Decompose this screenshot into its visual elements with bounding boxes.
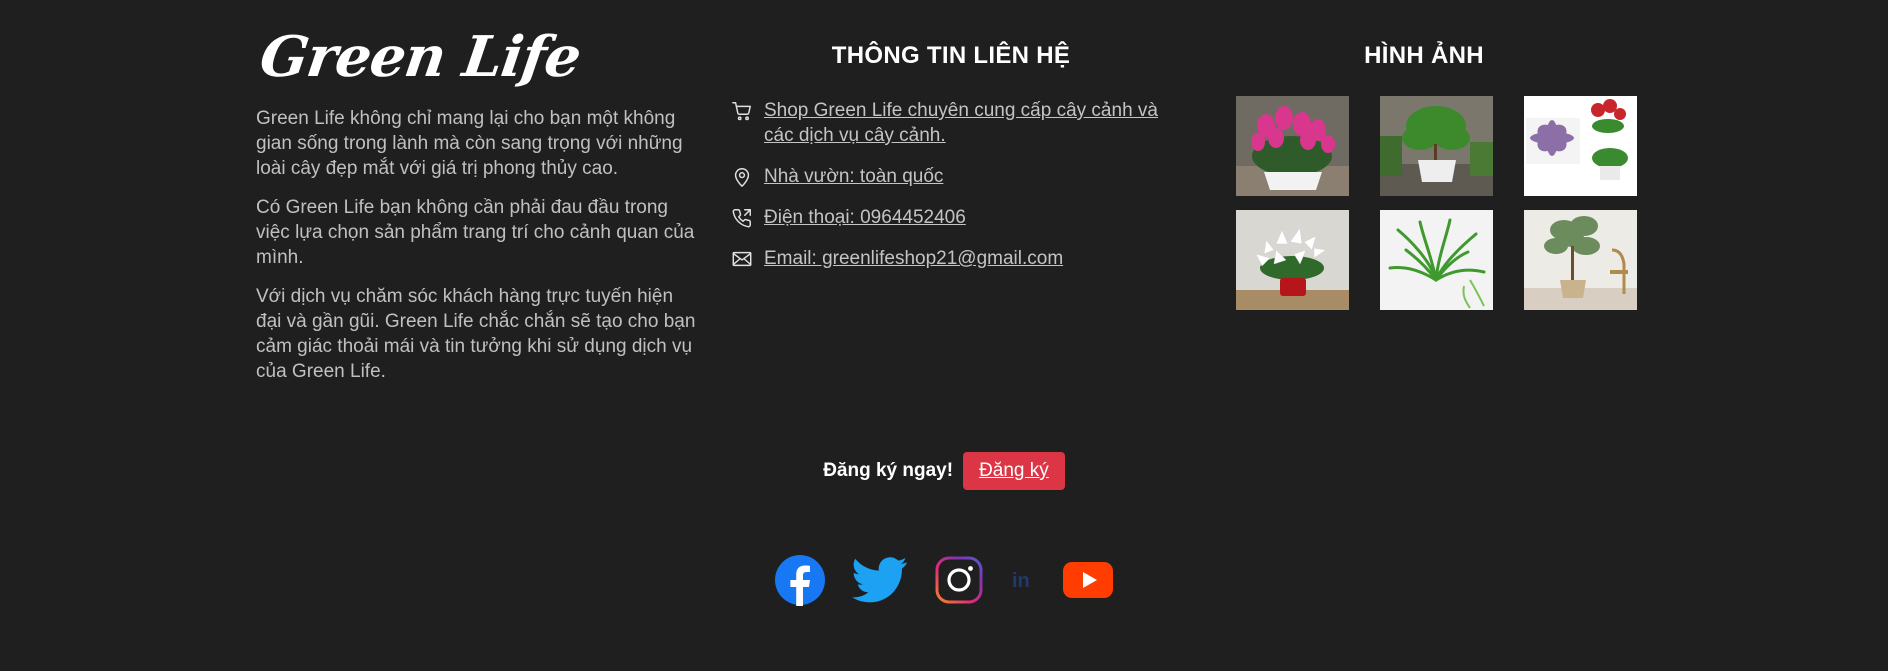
- contact-list: Shop Green Life chuyên cung cấp cây cảnh…: [731, 98, 1171, 271]
- brand-paragraph: Có Green Life bạn không cần phải đau đầu…: [256, 197, 695, 268]
- gallery-grid: [1200, 96, 1648, 326]
- subscribe-button[interactable]: Đăng ký: [963, 452, 1065, 490]
- gallery-image-potted-tree[interactable]: [1380, 96, 1493, 196]
- contact-link-garden[interactable]: Nhà vườn: toàn quốc: [764, 164, 943, 189]
- contact-title: THÔNG TIN LIÊN HỆ: [831, 42, 1071, 69]
- social-links: in: [0, 554, 1888, 611]
- contact-item-phone: Điện thoại: 0964452406: [731, 205, 1171, 230]
- contact-item-garden: Nhà vườn: toàn quốc: [731, 164, 1171, 189]
- gallery-image-white-flower[interactable]: [1236, 210, 1349, 310]
- facebook-icon[interactable]: [774, 554, 826, 611]
- contact-item-shop: Shop Green Life chuyên cung cấp cây cảnh…: [731, 98, 1171, 148]
- footer: Green Life Green Life không chỉ mang lại…: [0, 0, 1888, 671]
- gallery-image-olive-tree[interactable]: [1524, 210, 1637, 310]
- brand-column: Green Life Green Life không chỉ mang lại…: [256, 24, 696, 384]
- brand-logo[interactable]: Green Life: [256, 24, 705, 90]
- twitter-icon[interactable]: [852, 556, 908, 609]
- contact-link-email[interactable]: Email: greenlifeshop21@gmail.com: [764, 246, 1063, 271]
- gallery-column: HÌNH ẢNH: [1200, 40, 1648, 326]
- location-pin-icon: [734, 168, 750, 187]
- phone-icon: [732, 209, 751, 228]
- linkedin-icon[interactable]: in: [1010, 567, 1036, 598]
- gallery-image-spider-plant[interactable]: [1380, 210, 1493, 310]
- gallery-image-cyclamen[interactable]: [1236, 96, 1349, 196]
- subscribe-label: Đăng ký ngay!: [823, 460, 954, 481]
- svg-text:in: in: [1012, 570, 1030, 592]
- envelope-icon: [732, 251, 752, 267]
- youtube-icon[interactable]: [1062, 560, 1114, 605]
- gallery-title: HÌNH ẢNH: [1364, 42, 1484, 69]
- contact-column: THÔNG TIN LIÊN HỆ Shop Green Life chuyên…: [731, 40, 1171, 287]
- cart-icon: [732, 102, 751, 121]
- subscribe-section: Đăng ký ngay! Đăng ký: [0, 452, 1888, 490]
- contact-link-phone[interactable]: Điện thoại: 0964452406: [764, 205, 966, 230]
- contact-item-email: Email: greenlifeshop21@gmail.com: [731, 246, 1171, 271]
- instagram-icon[interactable]: [934, 555, 984, 610]
- brand-paragraph: Green Life không chỉ mang lại cho bạn mộ…: [256, 108, 683, 179]
- contact-link-shop[interactable]: Shop Green Life chuyên cung cấp cây cảnh…: [764, 98, 1171, 148]
- gallery-image-succulent[interactable]: [1524, 96, 1637, 196]
- brand-paragraph: Với dịch vụ chăm sóc khách hàng trực tuy…: [256, 286, 696, 382]
- brand-description: Green Life không chỉ mang lại cho bạn mộ…: [256, 106, 696, 384]
